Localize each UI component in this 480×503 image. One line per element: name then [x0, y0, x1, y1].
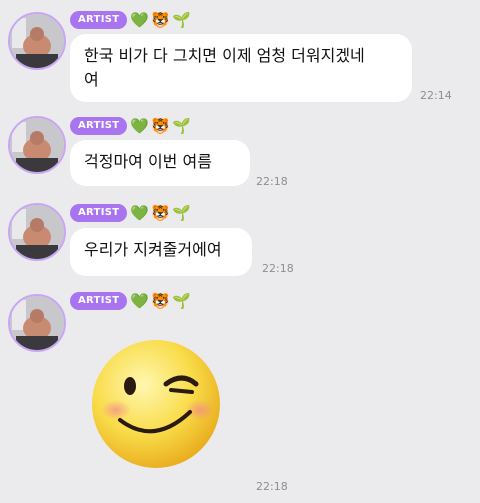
green-heart-icon: 💚 [130, 204, 149, 222]
artist-badge: ARTIST [70, 11, 128, 29]
artist-badge: ARTIST [70, 204, 128, 222]
artist-badge: ARTIST [70, 117, 128, 135]
sprout-icon: 🌱 [172, 292, 191, 310]
chat-message-3: ARTIST 💚 🐯 🌱 우리가 지켜줄거에여 22:18 [0, 200, 480, 290]
green-heart-icon: 💚 [130, 292, 149, 310]
message-text: 걱정마여 이번 여름 [84, 152, 212, 171]
sprout-icon: 🌱 [172, 11, 191, 29]
green-heart-icon: 💚 [130, 11, 149, 29]
avatar[interactable] [8, 203, 66, 261]
avatar[interactable] [8, 294, 66, 352]
chat-message-4: ARTIST 💚 🐯 🌱 22:18 [0, 290, 480, 503]
tiger-face-icon: 🐯 [151, 11, 170, 29]
artist-badge: ARTIST [70, 292, 128, 310]
message-bubble[interactable]: 한국 비가 다 그치면 이제 엄청 더워지겠네 여 [70, 34, 412, 102]
message-text-line-2: 여 [84, 70, 99, 89]
message-bubble[interactable]: 우리가 지켜줄거에여 [70, 228, 252, 276]
message-text-line-1: 한국 비가 다 그치면 이제 엄청 더워지겠네 [84, 46, 365, 65]
avatar[interactable] [8, 116, 66, 174]
winking-smiley-sticker[interactable] [86, 334, 226, 474]
message-time: 22:18 [262, 262, 294, 275]
message-time: 22:18 [256, 480, 288, 493]
message-text: 우리가 지켜줄거에여 [84, 240, 222, 259]
tiger-face-icon: 🐯 [151, 117, 170, 135]
tiger-face-icon: 🐯 [151, 204, 170, 222]
sprout-icon: 🌱 [172, 204, 191, 222]
sprout-icon: 🌱 [172, 117, 191, 135]
message-time: 22:14 [420, 89, 452, 102]
avatar[interactable] [8, 12, 66, 70]
green-heart-icon: 💚 [130, 117, 149, 135]
chat-message-2: ARTIST 💚 🐯 🌱 걱정마여 이번 여름 22:18 [0, 110, 480, 200]
message-bubble[interactable]: 걱정마여 이번 여름 [70, 140, 250, 186]
chat-message-1: ARTIST 💚 🐯 🌱 한국 비가 다 그치면 이제 엄청 더워지겠네 여 2… [0, 0, 480, 110]
message-time: 22:18 [256, 175, 288, 188]
tiger-face-icon: 🐯 [151, 292, 170, 310]
